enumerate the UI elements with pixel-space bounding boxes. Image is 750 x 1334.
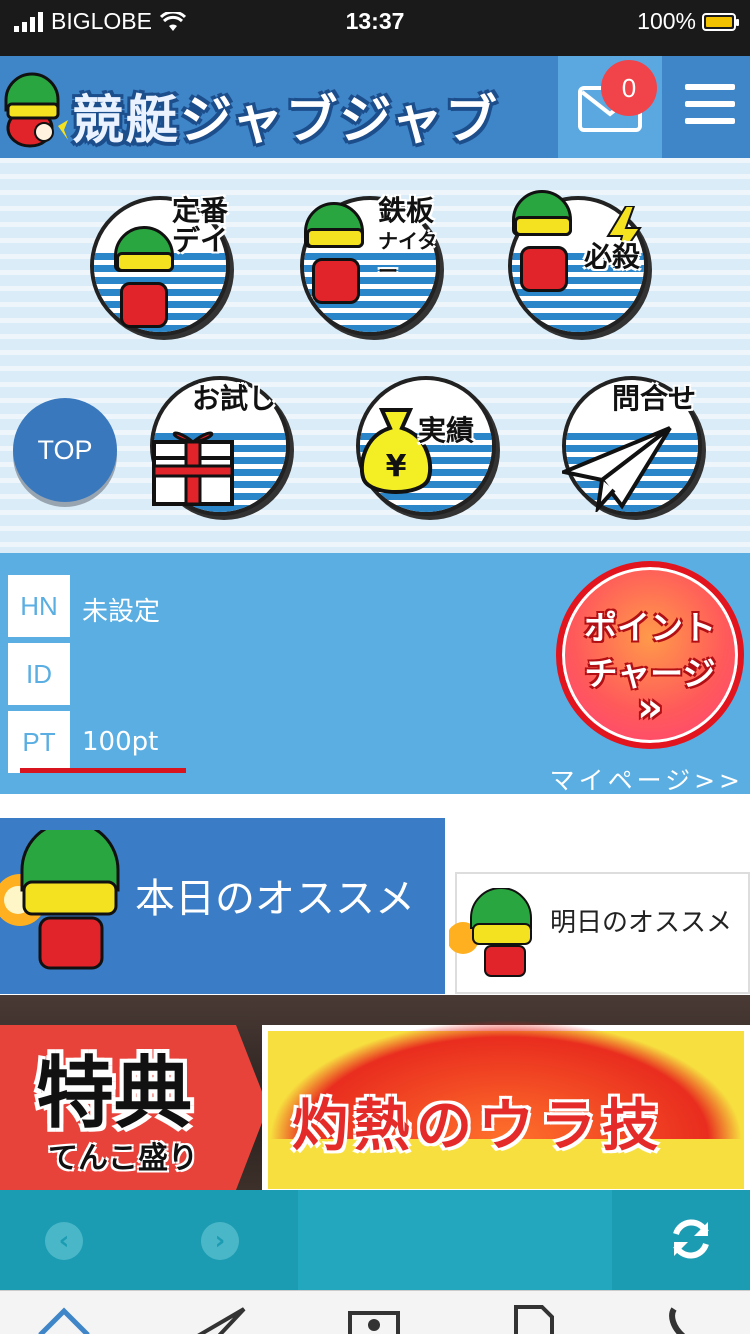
back-arrow-icon[interactable]: ‹	[45, 1222, 83, 1260]
battery-level	[706, 16, 732, 27]
logo-text: 競艇ジャブジャブ	[72, 78, 499, 153]
nav-item-teiban-day[interactable]: 定番 デイ	[90, 196, 240, 346]
top-button[interactable]: TOP	[13, 398, 117, 502]
battery-icon	[702, 12, 739, 31]
charge-line1: ポイント	[584, 608, 716, 647]
home-icon[interactable]	[36, 1301, 92, 1334]
document-icon[interactable]	[506, 1301, 562, 1334]
pt-value: 100pt	[82, 727, 159, 757]
id-label: ID	[8, 643, 70, 705]
hn-value: 未設定	[82, 597, 161, 627]
mascot-fire-icon	[449, 888, 532, 977]
promo-banner[interactable]: 特典 てんこ盛り 灼熱のウラ技	[0, 995, 750, 1190]
battery-percent: 100%	[637, 8, 696, 34]
mypage-link[interactable]: マイページ>>	[550, 761, 744, 797]
urawaza-title: 灼熱のウラ技	[292, 1094, 664, 1159]
nav-item-label: お試し	[192, 382, 277, 415]
member-panel: HN 未設定 ID PT 100pt ポイント チャージ » マイページ>>	[0, 553, 750, 797]
hamburger-menu-icon[interactable]	[680, 84, 740, 130]
paper-plane-icon	[562, 426, 672, 512]
logo-kana: ジャブジャブ	[180, 91, 499, 151]
gift-box-icon	[152, 431, 234, 506]
nav-grid: 定番 デイ 鉄板 ナイター 必殺 お試し ¥ 実績 問合せ TOP	[0, 158, 750, 553]
logo-kanji: 競艇	[72, 91, 181, 151]
nav-item-toiawase[interactable]: 問合せ	[562, 376, 712, 526]
today-recommend-button[interactable]: 本日のオススメ	[0, 818, 445, 994]
refresh-icon[interactable]	[668, 1216, 714, 1262]
browser-toolbar: ‹ ›	[0, 1190, 750, 1290]
nav-item-label: 問合せ	[612, 382, 697, 415]
nav-item-label: 定番 デイ	[172, 194, 229, 257]
money-icon[interactable]	[346, 1301, 402, 1334]
tomorrow-recommend-button[interactable]: 明日のオススメ	[449, 872, 750, 994]
tomorrow-recommend-label: 明日のオススメ	[550, 908, 733, 938]
mascot-logo-icon	[4, 72, 68, 148]
urawaza-banner[interactable]: 灼熱のウラ技	[262, 1019, 750, 1190]
send-icon[interactable]	[192, 1301, 248, 1334]
tab-bar	[0, 1290, 750, 1334]
nav-item-label: 鉄板 ナイター	[378, 194, 438, 284]
tokuten-subtitle: てんこ盛り	[48, 1141, 198, 1176]
nav-item-jisseki[interactable]: ¥ 実績	[356, 376, 506, 526]
browser-address-area[interactable]	[298, 1190, 612, 1290]
nav-item-otameshi[interactable]: お試し	[150, 376, 300, 526]
site-logo[interactable]: 競艇ジャブジャブ	[2, 66, 522, 152]
hn-label: HN	[8, 575, 70, 637]
status-bar: BIGLOBE 13:37 100%	[0, 0, 750, 56]
phone-icon[interactable]	[660, 1301, 716, 1334]
nav-item-label: 実績	[418, 414, 475, 447]
mail-badge: 0	[601, 60, 657, 116]
svg-text:¥: ¥	[386, 449, 407, 484]
pt-label: PT	[8, 711, 70, 773]
point-charge-button[interactable]: ポイント チャージ »	[556, 561, 744, 749]
today-recommend-label: 本日のオススメ	[135, 876, 415, 922]
status-right: 100%	[637, 8, 739, 35]
nav-item-label: 必殺	[584, 240, 641, 273]
pt-underline	[20, 768, 186, 773]
nav-item-teppan-nighter[interactable]: 鉄板 ナイター	[300, 196, 450, 346]
forward-arrow-icon[interactable]: ›	[201, 1222, 239, 1260]
nav-item-hissatsu[interactable]: 必殺	[508, 190, 658, 346]
tokuten-banner[interactable]: 特典 てんこ盛り	[0, 1025, 268, 1190]
double-chevron-icon: »	[637, 685, 663, 731]
mascot-fire-icon	[0, 830, 120, 970]
tokuten-title: 特典	[36, 1049, 193, 1139]
